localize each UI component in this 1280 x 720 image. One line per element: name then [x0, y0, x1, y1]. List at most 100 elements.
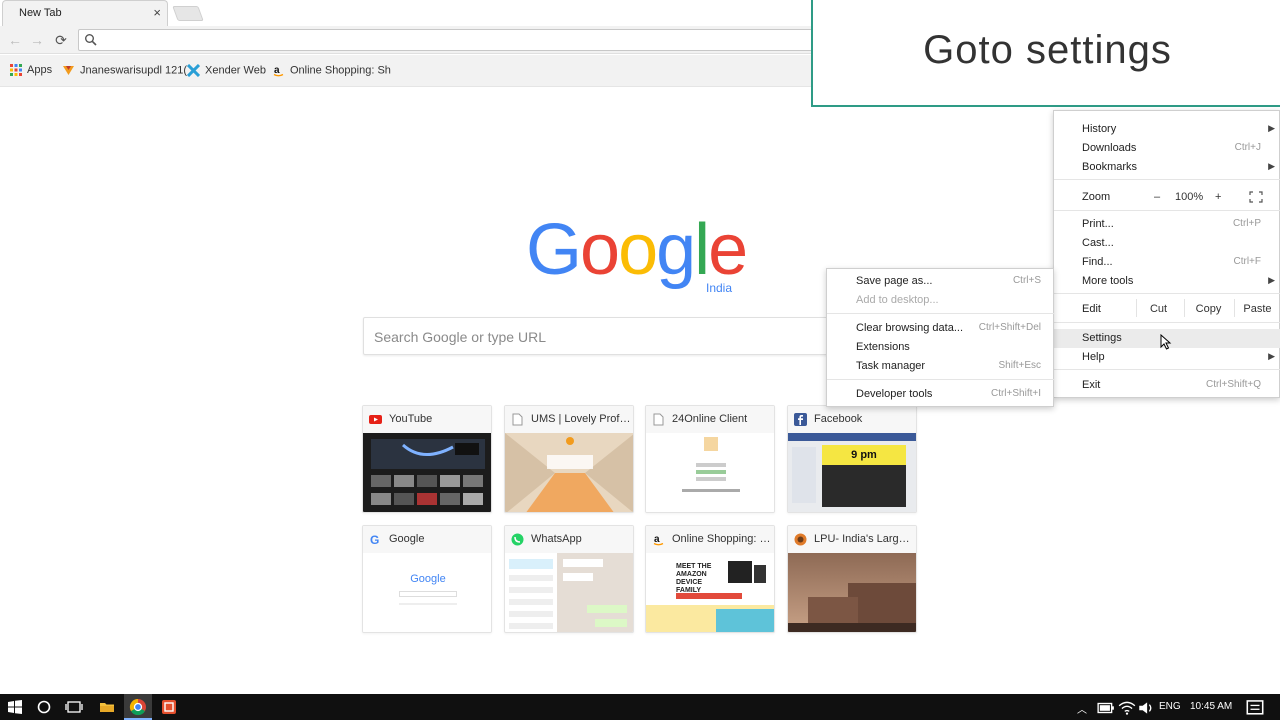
- svg-text:G: G: [370, 533, 379, 546]
- bookmark-apps[interactable]: Apps: [10, 64, 52, 80]
- xender-icon: [187, 64, 200, 77]
- chrome-taskbar-button[interactable]: [124, 694, 152, 720]
- menu-label: Clear browsing data...: [856, 322, 963, 334]
- zoom-out-button[interactable]: –: [1154, 191, 1160, 203]
- tile-google[interactable]: G Google Google: [362, 525, 492, 633]
- more-tools-submenu: Save page as... Ctrl+S Add to desktop... …: [826, 268, 1054, 407]
- task-view-icon[interactable]: [65, 698, 83, 716]
- logo-letter: g: [656, 210, 696, 290]
- tile-ums[interactable]: UMS | Lovely Profe...: [504, 405, 634, 513]
- tile-header: UMS | Lovely Profe...: [505, 406, 633, 433]
- zoom-in-button[interactable]: +: [1215, 191, 1221, 203]
- copy-button[interactable]: Copy: [1184, 299, 1232, 317]
- menu-label: Save page as...: [856, 275, 933, 287]
- menu-label: Find...: [1082, 256, 1113, 268]
- menu-label: Zoom: [1082, 191, 1111, 203]
- chevron-right-icon: ▶: [1268, 351, 1275, 361]
- tile-youtube[interactable]: YouTube: [362, 405, 492, 513]
- new-tab-button[interactable]: [172, 6, 204, 21]
- bookmark-label: Online Shopping: Sh: [290, 64, 391, 77]
- bookmark-jnaneswari[interactable]: Jnaneswarisupdl 121(: [62, 64, 187, 80]
- menu-label: Add to desktop...: [856, 294, 939, 306]
- reload-icon[interactable]: ⟳: [52, 31, 70, 49]
- menu-item-exit[interactable]: Exit Ctrl+Shift+Q: [1054, 376, 1280, 395]
- cortana-icon[interactable]: [35, 698, 53, 716]
- amazon-icon: a: [653, 534, 664, 546]
- windows-start-icon[interactable]: [6, 698, 24, 716]
- logo-region: India: [706, 281, 733, 295]
- menu-shortcut: Ctrl+S: [1012, 275, 1041, 286]
- submenu-item-save-page[interactable]: Save page as... Ctrl+S: [827, 272, 1055, 291]
- tile-title: Facebook: [814, 413, 863, 425]
- tile-amazon[interactable]: a Online Shopping: S... MEET THE AMAZON …: [645, 525, 775, 633]
- tile-facebook[interactable]: Facebook 9 pm: [787, 405, 917, 513]
- menu-label: Settings: [1082, 332, 1122, 344]
- menu-shortcut: Ctrl+J: [1234, 142, 1261, 153]
- tile-header: WhatsApp: [505, 526, 633, 553]
- bookmark-xender[interactable]: Xender Web: [187, 64, 266, 80]
- wifi-icon[interactable]: [1118, 699, 1136, 717]
- menu-item-downloads[interactable]: Downloads Ctrl+J: [1054, 139, 1280, 158]
- google-icon: G: [370, 533, 379, 546]
- language-indicator[interactable]: ENG: [1159, 701, 1181, 712]
- page-icon: [512, 413, 523, 426]
- tile-header: LPU- India's Larges...: [788, 526, 916, 553]
- chevron-right-icon: ▶: [1268, 275, 1275, 285]
- menu-shortcut: Ctrl+P: [1232, 218, 1261, 229]
- tray-chevron-up-icon[interactable]: ︿: [1077, 701, 1087, 716]
- paste-button[interactable]: Paste: [1234, 299, 1280, 317]
- logo-letter: o: [618, 210, 658, 290]
- menu-item-history[interactable]: History ▶: [1054, 120, 1280, 139]
- menu-item-find[interactable]: Find... Ctrl+F: [1054, 253, 1280, 272]
- menu-item-print[interactable]: Print... Ctrl+P: [1054, 215, 1280, 234]
- menu-shortcut: Ctrl+Shift+Del: [978, 322, 1041, 333]
- submenu-item-clear-data[interactable]: Clear browsing data... Ctrl+Shift+Del: [827, 319, 1055, 338]
- back-arrow-icon[interactable]: ←: [6, 31, 24, 49]
- menu-item-bookmarks[interactable]: Bookmarks ▶: [1054, 158, 1280, 177]
- bookmark-amazon[interactable]: a Online Shopping: Sh: [272, 64, 391, 80]
- menu-divider: [1054, 322, 1280, 323]
- amazon-thumb-banner: MEET THE AMAZON DEVICE FAMILY: [676, 563, 712, 594]
- recorder-app-icon[interactable]: [160, 698, 178, 716]
- file-explorer-icon[interactable]: [98, 698, 116, 716]
- menu-item-edit: Edit Cut Copy Paste: [1054, 298, 1280, 320]
- fullscreen-icon[interactable]: [1249, 191, 1263, 203]
- page-icon: [653, 413, 664, 426]
- menu-item-more-tools[interactable]: More tools ▶: [1054, 272, 1280, 291]
- menu-label: Edit: [1082, 303, 1101, 315]
- submenu-item-task-manager[interactable]: Task manager Shift+Esc: [827, 357, 1055, 376]
- logo-letter: l: [694, 210, 710, 290]
- address-bar[interactable]: [78, 29, 838, 51]
- logo-letter: e: [708, 210, 748, 290]
- google-thumbnail: Google: [363, 553, 491, 632]
- tab-new-tab[interactable]: New Tab ×: [2, 0, 168, 26]
- close-icon[interactable]: ×: [153, 5, 161, 20]
- menu-divider: [1054, 369, 1280, 370]
- battery-icon[interactable]: [1097, 699, 1115, 717]
- chrome-icon: [129, 698, 146, 716]
- tile-title: YouTube: [389, 413, 433, 425]
- clock[interactable]: 10:45 AM: [1190, 701, 1232, 712]
- tile-lpu[interactable]: LPU- India's Larges...: [787, 525, 917, 633]
- facebook-icon: [794, 413, 807, 426]
- menu-item-cast[interactable]: Cast...: [1054, 234, 1280, 253]
- submenu-item-dev-tools[interactable]: Developer tools Ctrl+Shift+I: [827, 385, 1055, 404]
- dl-icon: [63, 66, 74, 75]
- menu-shortcut: Ctrl+F: [1233, 256, 1262, 267]
- menu-item-help[interactable]: Help ▶: [1054, 348, 1280, 367]
- volume-icon[interactable]: [1137, 699, 1155, 717]
- facebook-thumb-time: 9 pm: [822, 445, 906, 465]
- bookmark-label: Xender Web: [205, 64, 266, 77]
- cut-button[interactable]: Cut: [1136, 299, 1180, 317]
- menu-label: Cast...: [1082, 237, 1114, 249]
- bookmark-label: Jnaneswarisupdl 121(: [80, 64, 188, 77]
- tile-24online[interactable]: 24Online Client: [645, 405, 775, 513]
- action-center-icon[interactable]: [1246, 699, 1264, 717]
- forward-arrow-icon[interactable]: →: [28, 31, 46, 49]
- menu-label: Downloads: [1082, 142, 1137, 154]
- submenu-item-extensions[interactable]: Extensions: [827, 338, 1055, 357]
- logo-letter: o: [580, 210, 620, 290]
- tile-whatsapp[interactable]: WhatsApp: [504, 525, 634, 633]
- lpu-thumbnail: [788, 553, 916, 632]
- menu-divider: [1054, 179, 1280, 180]
